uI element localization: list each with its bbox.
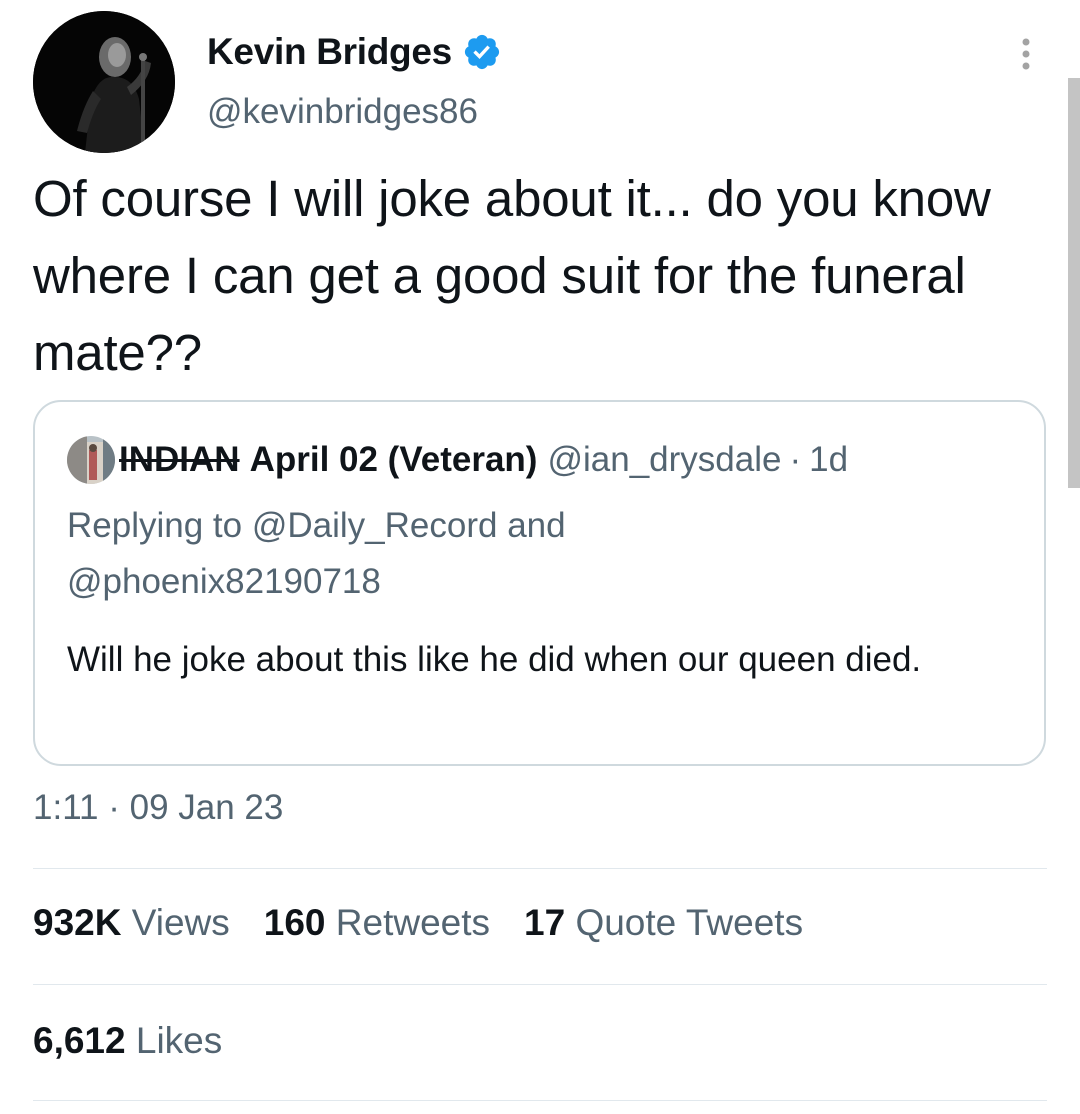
divider: [33, 984, 1047, 985]
reply-mention-daily-record[interactable]: @Daily_Record: [252, 506, 498, 545]
quoted-tweet-card[interactable]: INDIAN April 02 (Veteran) @ian_drysdale …: [33, 400, 1046, 766]
author-handle[interactable]: @kevinbridges86: [207, 92, 478, 132]
scrollbar[interactable]: [1068, 78, 1080, 488]
retweets-count: 160: [263, 902, 326, 943]
quoted-tweet-text: Will he joke about this like he did when…: [67, 640, 922, 679]
quoted-author-handle[interactable]: @ian_drysdale: [547, 440, 781, 480]
replying-and: and: [507, 506, 566, 545]
divider: [33, 868, 1047, 869]
more-vertical-icon[interactable]: [1012, 34, 1040, 74]
quoted-author-name[interactable]: April 02 (Veteran): [250, 440, 538, 480]
verified-badge-icon: [464, 34, 499, 70]
quoted-tweet-header: INDIAN April 02 (Veteran) @ian_drysdale …: [67, 434, 848, 486]
quoted-author-avatar[interactable]: [67, 436, 115, 484]
tweet-text: Of course I will joke about it... do you…: [33, 170, 991, 381]
quote-tweets-stat[interactable]: 17 Quote Tweets: [524, 902, 803, 944]
replying-to-line: Replying to @Daily_Record and @phoenix82…: [67, 498, 967, 610]
replying-to-prefix: Replying to: [67, 506, 243, 545]
reply-mention-phoenix[interactable]: @phoenix82190718: [67, 562, 381, 601]
likes-count: 6,612: [33, 1020, 126, 1061]
retweets-label: Retweets: [335, 902, 491, 943]
quoted-separator: ·: [789, 440, 802, 479]
likes-label: Likes: [135, 1020, 223, 1061]
quote-tweets-count: 17: [524, 902, 566, 943]
views-stat[interactable]: 932K Views: [33, 902, 230, 944]
tweet-timestamp[interactable]: 1:11 · 09 Jan 23: [33, 788, 283, 828]
quoted-author-name-struck[interactable]: INDIAN: [119, 440, 240, 480]
retweets-stat[interactable]: 160 Retweets: [264, 902, 490, 944]
quote-tweets-label: Quote Tweets: [575, 902, 804, 943]
views-count: 932K: [33, 902, 122, 943]
likes-stat[interactable]: 6,612 Likes: [33, 1020, 222, 1062]
author-avatar[interactable]: [33, 11, 175, 153]
views-label: Views: [131, 902, 230, 943]
quoted-tweet-age: 1d: [809, 440, 849, 479]
engagement-stats: 932K Views 160 Retweets 17 Quote Tweets: [33, 902, 837, 944]
author-display-name[interactable]: Kevin Bridges: [207, 31, 452, 73]
divider: [33, 1100, 1047, 1101]
